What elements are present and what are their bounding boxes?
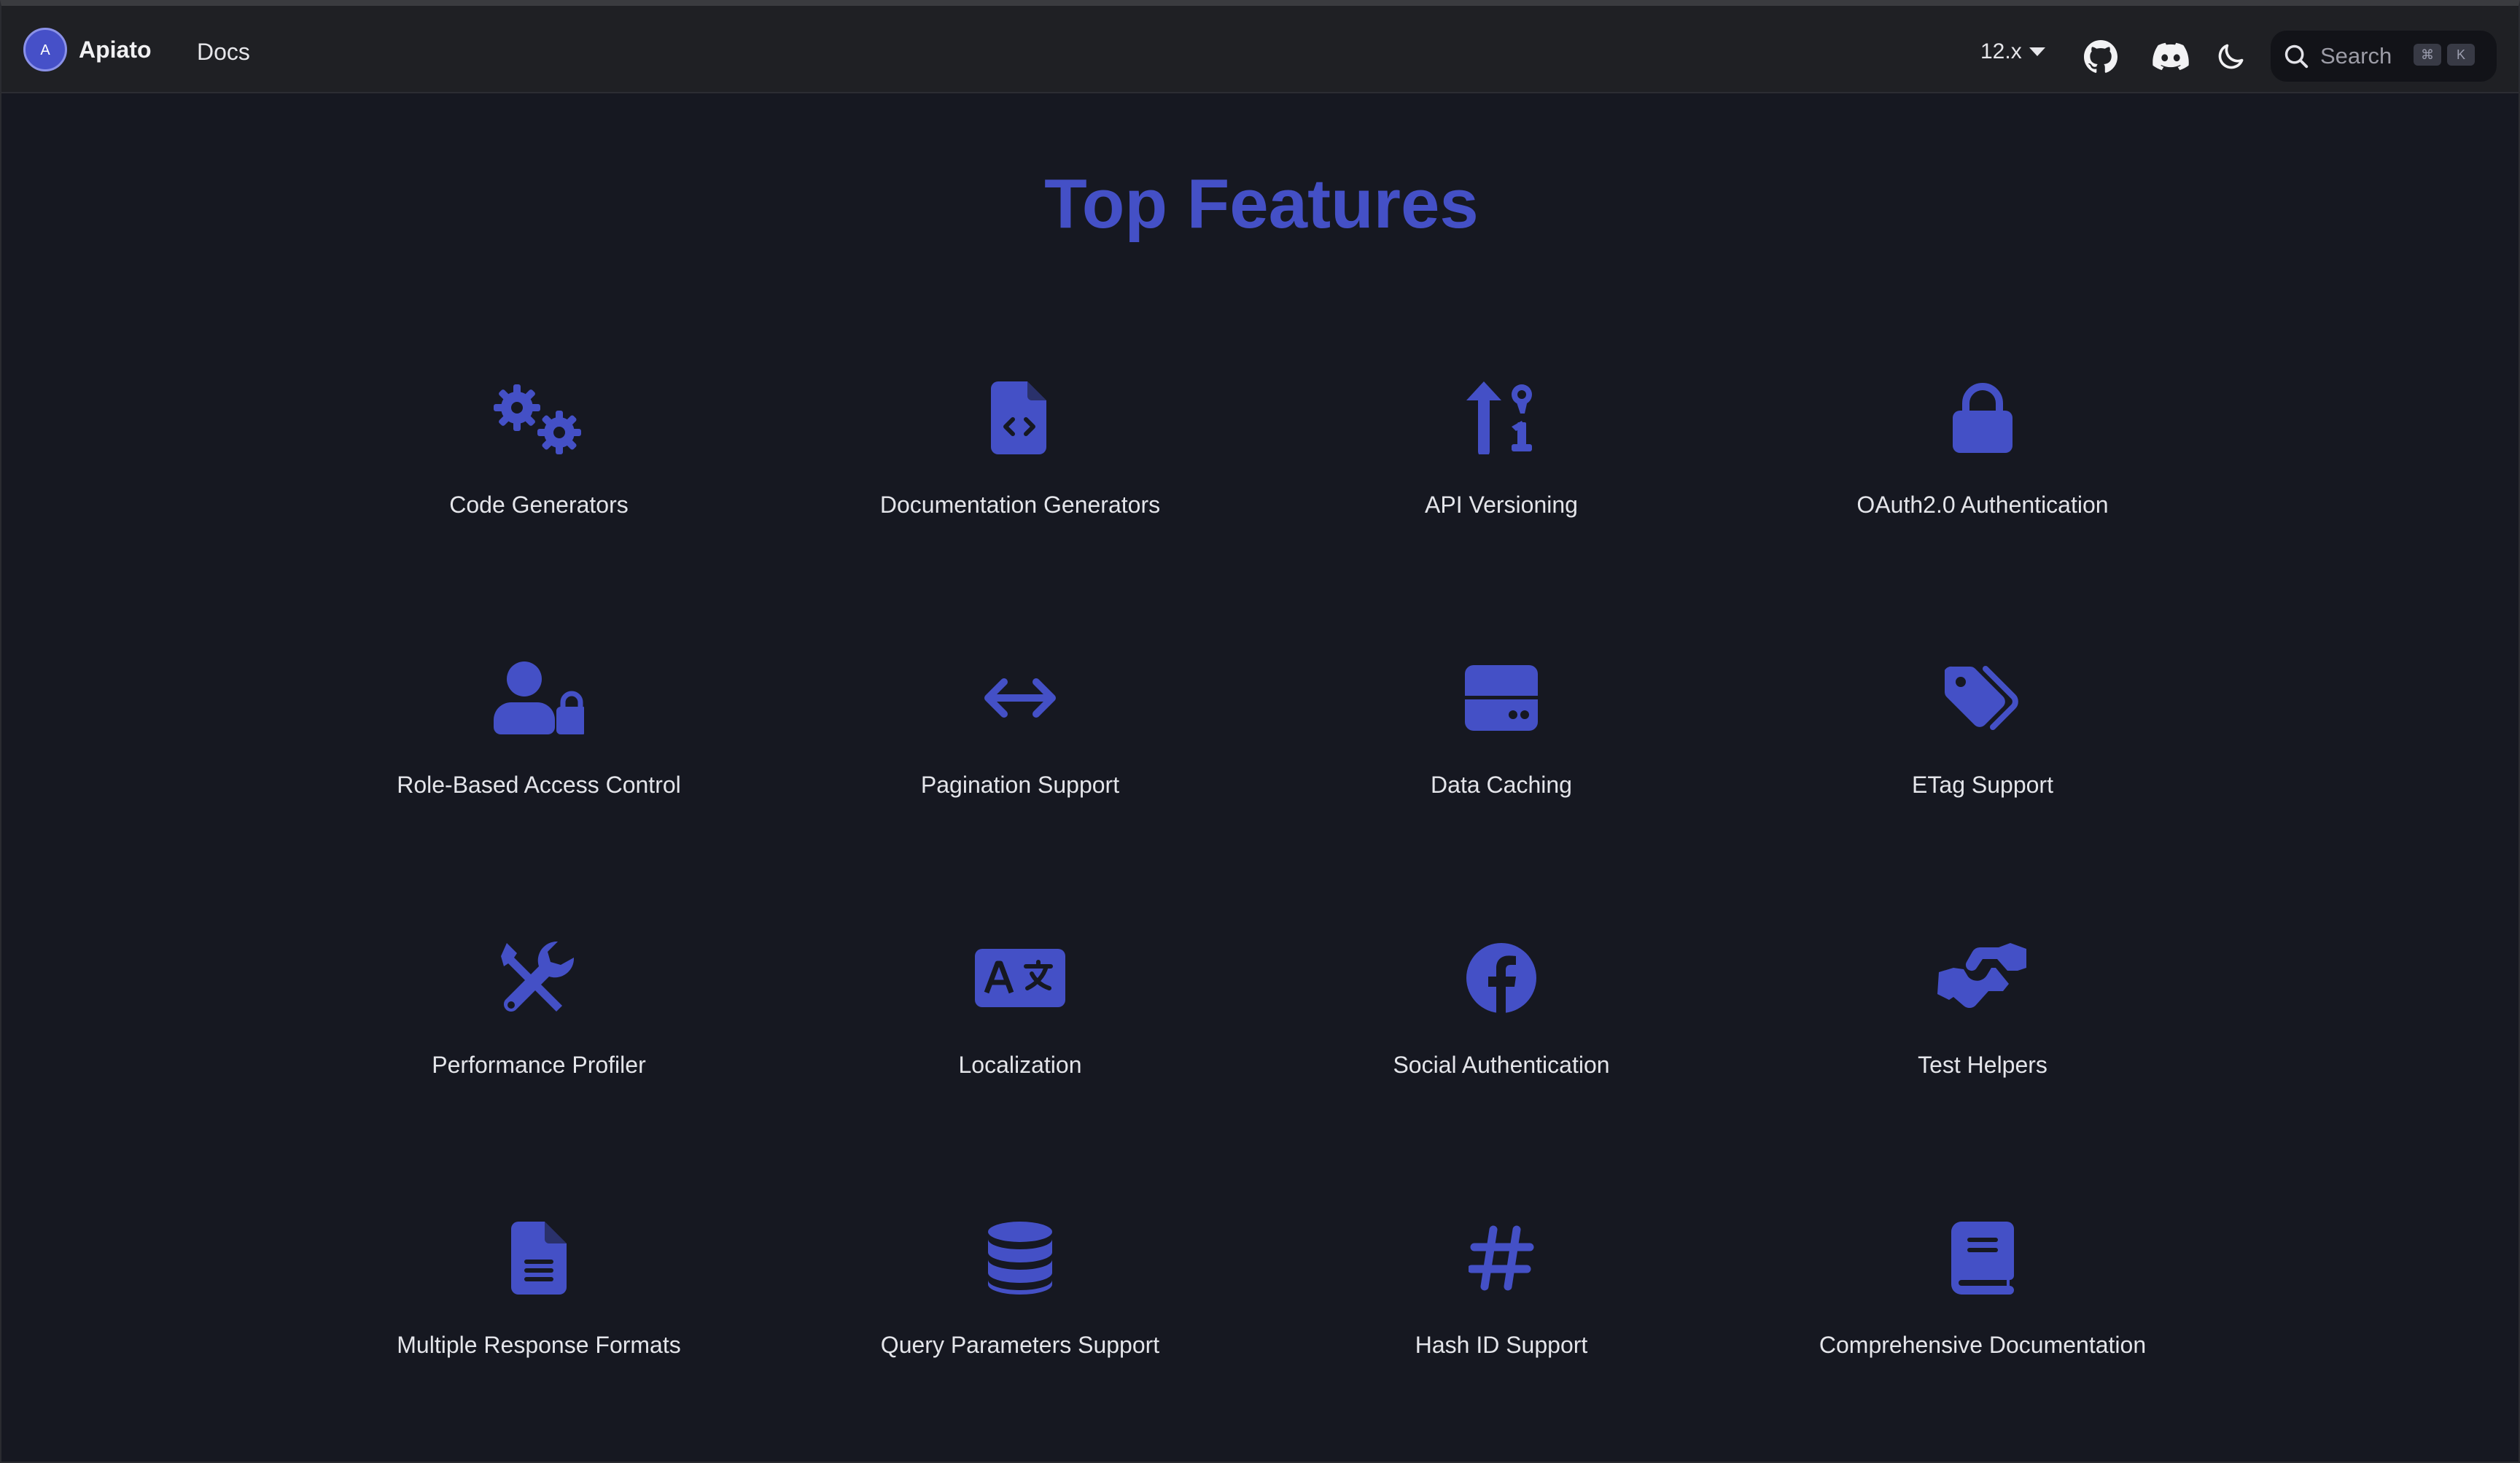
feature-label: Social Authentication	[1393, 1052, 1610, 1078]
feature-label: Pagination Support	[920, 772, 1120, 798]
top-navbar: A Apiato Docs 12.x Search ⌘ K	[1, 6, 2519, 93]
file-lines-icon	[511, 1222, 567, 1295]
feature-label: Hash ID Support	[1415, 1332, 1588, 1358]
browser-frame: A Apiato Docs 12.x Search ⌘ K Top Featur…	[0, 0, 2520, 1463]
feature-card: Comprehensive Documentation	[1742, 1218, 2223, 1400]
language-icon	[975, 949, 1065, 1007]
feature-label: Localization	[958, 1052, 1082, 1078]
feature-card: Data Caching	[1261, 658, 1742, 840]
apiato-logo-mark: A	[40, 42, 50, 58]
facebook-icon	[1466, 943, 1536, 1013]
hashtag-icon	[1469, 1225, 1534, 1291]
lock-icon	[1953, 383, 2012, 453]
kbd-k-key: K	[2447, 44, 2475, 66]
feature-card: API Versioning	[1261, 378, 1742, 560]
feature-label: Data Caching	[1431, 772, 1572, 798]
feature-label: API Versioning	[1425, 492, 1578, 518]
feature-card: Role-Based Access Control	[298, 658, 779, 840]
svg-text:A: A	[40, 42, 50, 58]
hard-drive-icon	[1465, 665, 1538, 731]
arrow-up-1-9-icon	[1466, 381, 1532, 454]
feature-card: Pagination Support	[779, 658, 1261, 840]
feature-label: Documentation Generators	[879, 492, 1161, 518]
feature-card: Performance Profiler	[298, 938, 779, 1120]
feature-label: Role-Based Access Control	[397, 772, 681, 798]
feature-label: Multiple Response Formats	[397, 1332, 681, 1358]
page-title: Top Features	[1044, 165, 1479, 243]
feature-card: Hash ID Support	[1261, 1218, 1742, 1400]
feature-card: ETag Support	[1742, 658, 2223, 840]
feature-card: Multiple Response Formats	[298, 1218, 779, 1400]
feature-label: Code Generators	[449, 492, 629, 518]
feature-card: Code Generators	[298, 378, 779, 560]
tags-icon	[1945, 666, 2018, 730]
github-link[interactable]	[2082, 39, 2119, 74]
feature-label: Query Parameters Support	[880, 1332, 1160, 1358]
feature-card: Documentation Generators	[779, 378, 1261, 560]
database-icon	[988, 1222, 1052, 1295]
file-code-icon	[991, 381, 1046, 454]
arrows-left-right-icon	[984, 678, 1056, 718]
feature-card: Query Parameters Support	[779, 1218, 1261, 1400]
version-dropdown[interactable]: 12.x	[1980, 38, 2045, 66]
feature-label: OAuth2.0 Authentication	[1856, 492, 2109, 518]
user-lock-icon	[494, 661, 584, 734]
feature-label: ETag Support	[1912, 772, 2053, 798]
feature-card: Test Helpers	[1742, 938, 2223, 1120]
version-label: 12.x	[1980, 39, 2022, 63]
book-icon	[1951, 1222, 2014, 1295]
github-icon	[2084, 40, 2118, 73]
feature-label: Performance Profiler	[432, 1052, 646, 1078]
cogs-icon	[494, 384, 581, 454]
feature-card: Localization	[779, 938, 1261, 1120]
discord-link[interactable]	[2152, 39, 2189, 74]
feature-card: OAuth2.0 Authentication	[1742, 378, 2223, 560]
feature-label: Comprehensive Documentation	[1819, 1332, 2147, 1358]
theme-toggle[interactable]	[2212, 39, 2249, 74]
brand-name: Apiato	[79, 36, 152, 63]
screwdriver-wrench-icon	[501, 942, 575, 1012]
handshake-icon	[1937, 943, 2026, 1009]
feature-label: Test Helpers	[1918, 1052, 2048, 1078]
nav-link-docs[interactable]: Docs	[197, 38, 250, 66]
search-button[interactable]: Search ⌘ K	[2271, 31, 2497, 82]
brand-home-link[interactable]: A Apiato	[23, 28, 152, 71]
search-label: Search	[2320, 43, 2392, 69]
kbd-command-key: ⌘	[2414, 44, 2441, 66]
discord-icon	[2152, 42, 2189, 71]
apiato-logo: A	[23, 28, 67, 71]
feature-card: Social Authentication	[1261, 938, 1742, 1120]
chevron-down-icon	[2029, 47, 2045, 56]
moon-icon	[2218, 44, 2244, 69]
search-icon	[2284, 44, 2309, 69]
